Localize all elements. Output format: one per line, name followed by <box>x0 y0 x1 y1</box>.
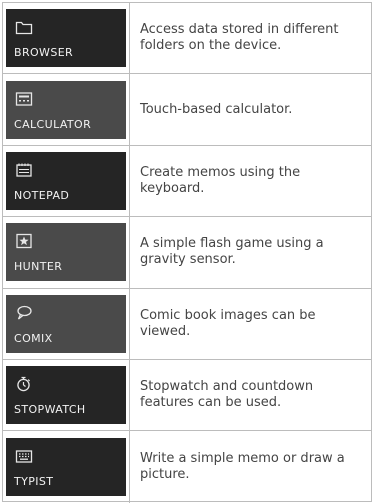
table-row: STOPWATCH Stopwatch and countdown featur… <box>3 359 371 432</box>
browser-tile: BROWSER <box>6 9 126 68</box>
app-label: TYPIST <box>14 475 54 489</box>
app-feature-table: BROWSER Access data stored in different … <box>2 2 372 503</box>
table-row: HUNTER A simple flash game using a gravi… <box>3 217 371 289</box>
notepad-icon <box>15 162 33 178</box>
tile-cell: BROWSER <box>3 3 130 74</box>
table-row: COMIX Comic book images can be viewed. <box>3 288 371 360</box>
tile-cell: NOTEPAD <box>3 145 130 217</box>
stopwatch-tile: STOPWATCH <box>6 366 126 425</box>
keyboard-icon <box>15 448 33 464</box>
target-game-icon <box>15 233 33 249</box>
app-label: HUNTER <box>14 260 63 274</box>
app-description: Access data stored in different folders … <box>140 22 339 54</box>
tile-cell: CALCULATOR <box>3 74 130 145</box>
app-description: Touch-based calculator. <box>140 101 293 117</box>
tile-cell: STOPWATCH <box>3 359 130 431</box>
app-description: Stopwatch and countdown features can be … <box>140 379 314 411</box>
app-label: COMIX <box>14 331 53 345</box>
app-description: Comic book images can be viewed. <box>140 307 316 339</box>
folder-icon <box>15 19 33 35</box>
calculator-tile: CALCULATOR <box>6 80 126 139</box>
app-label: STOPWATCH <box>14 403 86 417</box>
app-description: A simple flash game using a gravity sens… <box>140 236 324 268</box>
tile-cell: TYPIST <box>3 431 130 503</box>
app-description: Write a simple memo or draw a picture. <box>140 451 345 483</box>
tile-cell: HUNTER <box>3 217 130 288</box>
notepad-tile: NOTEPAD <box>6 151 126 210</box>
table-row: TYPIST Write a simple memo or draw a pic… <box>3 431 371 503</box>
table-row: BROWSER Access data stored in different … <box>3 3 371 75</box>
stopwatch-icon <box>15 376 33 392</box>
app-label: BROWSER <box>14 46 74 60</box>
comix-tile: COMIX <box>6 294 126 353</box>
typist-tile: TYPIST <box>6 438 126 497</box>
app-label: CALCULATOR <box>14 117 92 131</box>
calculator-icon <box>15 91 33 107</box>
app-label: NOTEPAD <box>14 188 70 202</box>
app-description: Create memos using the keyboard. <box>140 164 301 196</box>
table-row: NOTEPAD Create memos using the keyboard. <box>3 145 371 218</box>
table-row: CALCULATOR Touch-based calculator. <box>3 74 371 146</box>
hunter-tile: HUNTER <box>6 223 126 282</box>
speech-bubble-icon <box>15 305 33 321</box>
tile-cell: COMIX <box>3 288 130 359</box>
